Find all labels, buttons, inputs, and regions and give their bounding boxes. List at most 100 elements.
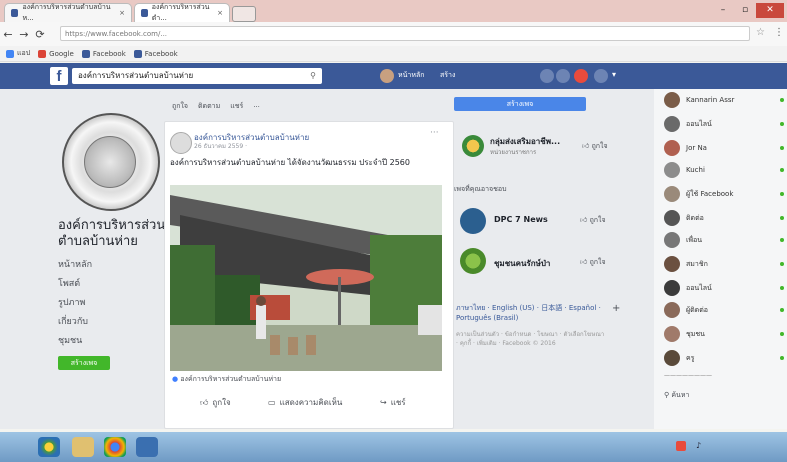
chat-search[interactable]: ⚲ ค้นหา <box>664 390 689 401</box>
chat-contact[interactable]: ผู้ติดต่อ <box>664 302 784 318</box>
minimize-button[interactable]: – <box>712 3 734 18</box>
reload-icon[interactable]: ⟳ <box>32 28 48 41</box>
page-avatar-dpc[interactable] <box>460 208 486 234</box>
bookmark-label: Facebook <box>92 49 126 58</box>
post-text: องค์การบริหารส่วนตำบลบ้านห่าย ได้จัดงานว… <box>170 158 410 167</box>
address-bar[interactable]: https://www.facebook.com/... <box>60 26 750 41</box>
maximize-button[interactable]: ▫ <box>734 3 756 18</box>
language-links[interactable]: ภาษาไทย · English (US) · 日本語 · Español ·… <box>456 303 606 323</box>
more-button[interactable]: ... <box>253 101 260 112</box>
page-name-dpc[interactable]: DPC 7 News <box>494 215 548 224</box>
contact-avatar <box>664 140 680 156</box>
close-icon[interactable]: × <box>119 9 125 17</box>
left-nav-item[interactable]: รูปภาพ <box>58 295 85 309</box>
post-options-icon[interactable]: ··· <box>430 128 439 138</box>
speaker-icon[interactable]: ♪ <box>696 441 701 450</box>
post-photo[interactable] <box>170 185 442 371</box>
page-name[interactable]: องค์การบริหารส่วน ตำบลบ้านห่าย <box>58 218 165 250</box>
chat-contact[interactable]: Kuchi <box>664 162 784 178</box>
page-name-line: ตำบลบ้านห่าย <box>58 234 138 249</box>
comment-action[interactable]: ▭ แสดงความคิดเห็น <box>268 396 342 409</box>
contact-avatar <box>664 256 680 272</box>
profile-avatar[interactable] <box>380 69 394 83</box>
chat-contact[interactable]: Jor Na <box>664 140 784 156</box>
facebook-icon <box>11 9 19 17</box>
like-page-button[interactable]: ถูกใจ <box>172 101 188 112</box>
tray-icon[interactable] <box>676 441 686 451</box>
chat-contact[interactable]: สมาชิก <box>664 256 784 272</box>
chat-contact[interactable]: ออนไลน์ <box>664 116 784 132</box>
facebook-logo[interactable]: f <box>50 67 68 85</box>
left-nav-item[interactable]: โพสต์ <box>58 276 80 290</box>
bookmark-google[interactable]: Google <box>38 49 74 58</box>
back-icon[interactable]: ← <box>0 28 16 41</box>
search-input[interactable]: องค์การบริหารส่วนตำบลบ้านห่าย ⚲ <box>72 68 322 84</box>
page-name-community[interactable]: ชุมชนคนรักษ์ป่า <box>494 257 550 270</box>
dropdown-icon[interactable]: ▾ <box>612 70 616 79</box>
forward-icon[interactable]: → <box>16 28 32 41</box>
chrome-icon[interactable] <box>104 437 126 457</box>
start-button-icon[interactable] <box>38 437 60 457</box>
left-nav-item[interactable]: หน้าหลัก <box>58 257 92 271</box>
star-icon[interactable]: ☆ <box>756 27 765 38</box>
chat-contact[interactable]: เพื่อน <box>664 232 784 248</box>
facebook-icon <box>133 49 142 58</box>
app-icon[interactable] <box>136 437 158 457</box>
contact-avatar <box>664 162 680 178</box>
post-avatar[interactable] <box>170 132 192 154</box>
browser-tab-1[interactable]: องค์การบริหารส่วนตำบลบ้านห... × <box>4 3 132 22</box>
footer-links[interactable]: ความเป็นส่วนตัว · ข้อกำหนด · โฆษณา · ตัว… <box>456 330 606 348</box>
search-icon[interactable]: ⚲ <box>310 68 316 84</box>
nav-home[interactable]: หน้าหลัก <box>398 70 424 81</box>
like-label: ถูกใจ <box>589 216 606 224</box>
left-nav-item[interactable]: เกี่ยวกับ <box>58 314 88 328</box>
bookmark-facebook[interactable]: Facebook <box>133 49 178 58</box>
chat-search-label: ค้นหา <box>671 391 690 399</box>
thumbs-up-icon: 👍︎ <box>580 216 588 224</box>
like-suggested-button[interactable]: 👍︎ ถูกใจ <box>582 141 608 152</box>
follow-button[interactable]: ติดตาม <box>198 101 220 112</box>
explorer-icon[interactable] <box>72 437 94 457</box>
share-icon: ↪ <box>380 398 387 407</box>
chat-contact[interactable]: ผู้ใช้ Facebook <box>664 186 784 202</box>
post-timestamp[interactable]: 26 ธันวาคม 2559 · <box>194 141 247 151</box>
chat-contact[interactable]: ติดต่อ <box>664 210 784 226</box>
new-tab-button[interactable] <box>232 6 256 22</box>
friends-icon[interactable] <box>540 69 554 83</box>
help-icon[interactable] <box>594 69 608 83</box>
create-page-button[interactable]: สร้างเพจ <box>58 356 110 370</box>
add-language-button[interactable]: + <box>612 303 620 314</box>
tab-title: องค์การบริหารส่วนตำ... <box>151 3 210 22</box>
create-page-bar[interactable]: สร้างเพจ <box>454 97 586 111</box>
browser-tab-2[interactable]: องค์การบริหารส่วนตำ... × <box>134 3 230 22</box>
like-page-button[interactable]: 👍︎ ถูกใจ <box>580 257 606 268</box>
close-window-button[interactable]: ✕ <box>756 3 784 18</box>
bookmark-apps[interactable]: แอป <box>6 48 30 59</box>
online-status-icon <box>780 262 784 266</box>
thumbs-up-icon: 👍︎ <box>582 142 590 150</box>
share-button[interactable]: แชร์ <box>230 101 243 112</box>
messages-icon[interactable] <box>556 69 570 83</box>
page-actions: ถูกใจ ติดตาม แชร์ ... <box>172 101 260 112</box>
chat-contact[interactable]: ออนไลน์ <box>664 280 784 296</box>
chat-contact[interactable]: ครู <box>664 350 784 366</box>
share-action[interactable]: ↪ แชร์ <box>380 396 406 409</box>
menu-icon[interactable]: ⋮ <box>774 27 784 38</box>
bookmark-facebook[interactable]: Facebook <box>81 49 126 58</box>
nav-create[interactable]: สร้าง <box>440 70 455 81</box>
bookmark-label: Facebook <box>144 49 178 58</box>
online-status-icon <box>780 238 784 242</box>
close-icon[interactable]: × <box>217 9 223 17</box>
left-nav-item[interactable]: ชุมชน <box>58 333 82 347</box>
chat-contact[interactable]: Kannarin Assr <box>664 92 784 108</box>
contact-avatar <box>664 210 680 226</box>
chat-contact[interactable]: ชุมชน <box>664 326 784 342</box>
like-action[interactable]: 👍︎ ถูกใจ <box>200 396 231 409</box>
photo-caption[interactable]: ● องค์การบริหารส่วนตำบลบ้านห่าย <box>172 374 281 385</box>
notifications-icon[interactable] <box>574 69 588 83</box>
suggested-avatar[interactable] <box>462 135 484 157</box>
page-avatar-community[interactable] <box>460 248 486 274</box>
search-value: องค์การบริหารส่วนตำบลบ้านห่าย <box>78 71 194 80</box>
like-page-button[interactable]: 👍︎ ถูกใจ <box>580 215 606 226</box>
contact-name: ออนไลน์ <box>686 119 712 128</box>
